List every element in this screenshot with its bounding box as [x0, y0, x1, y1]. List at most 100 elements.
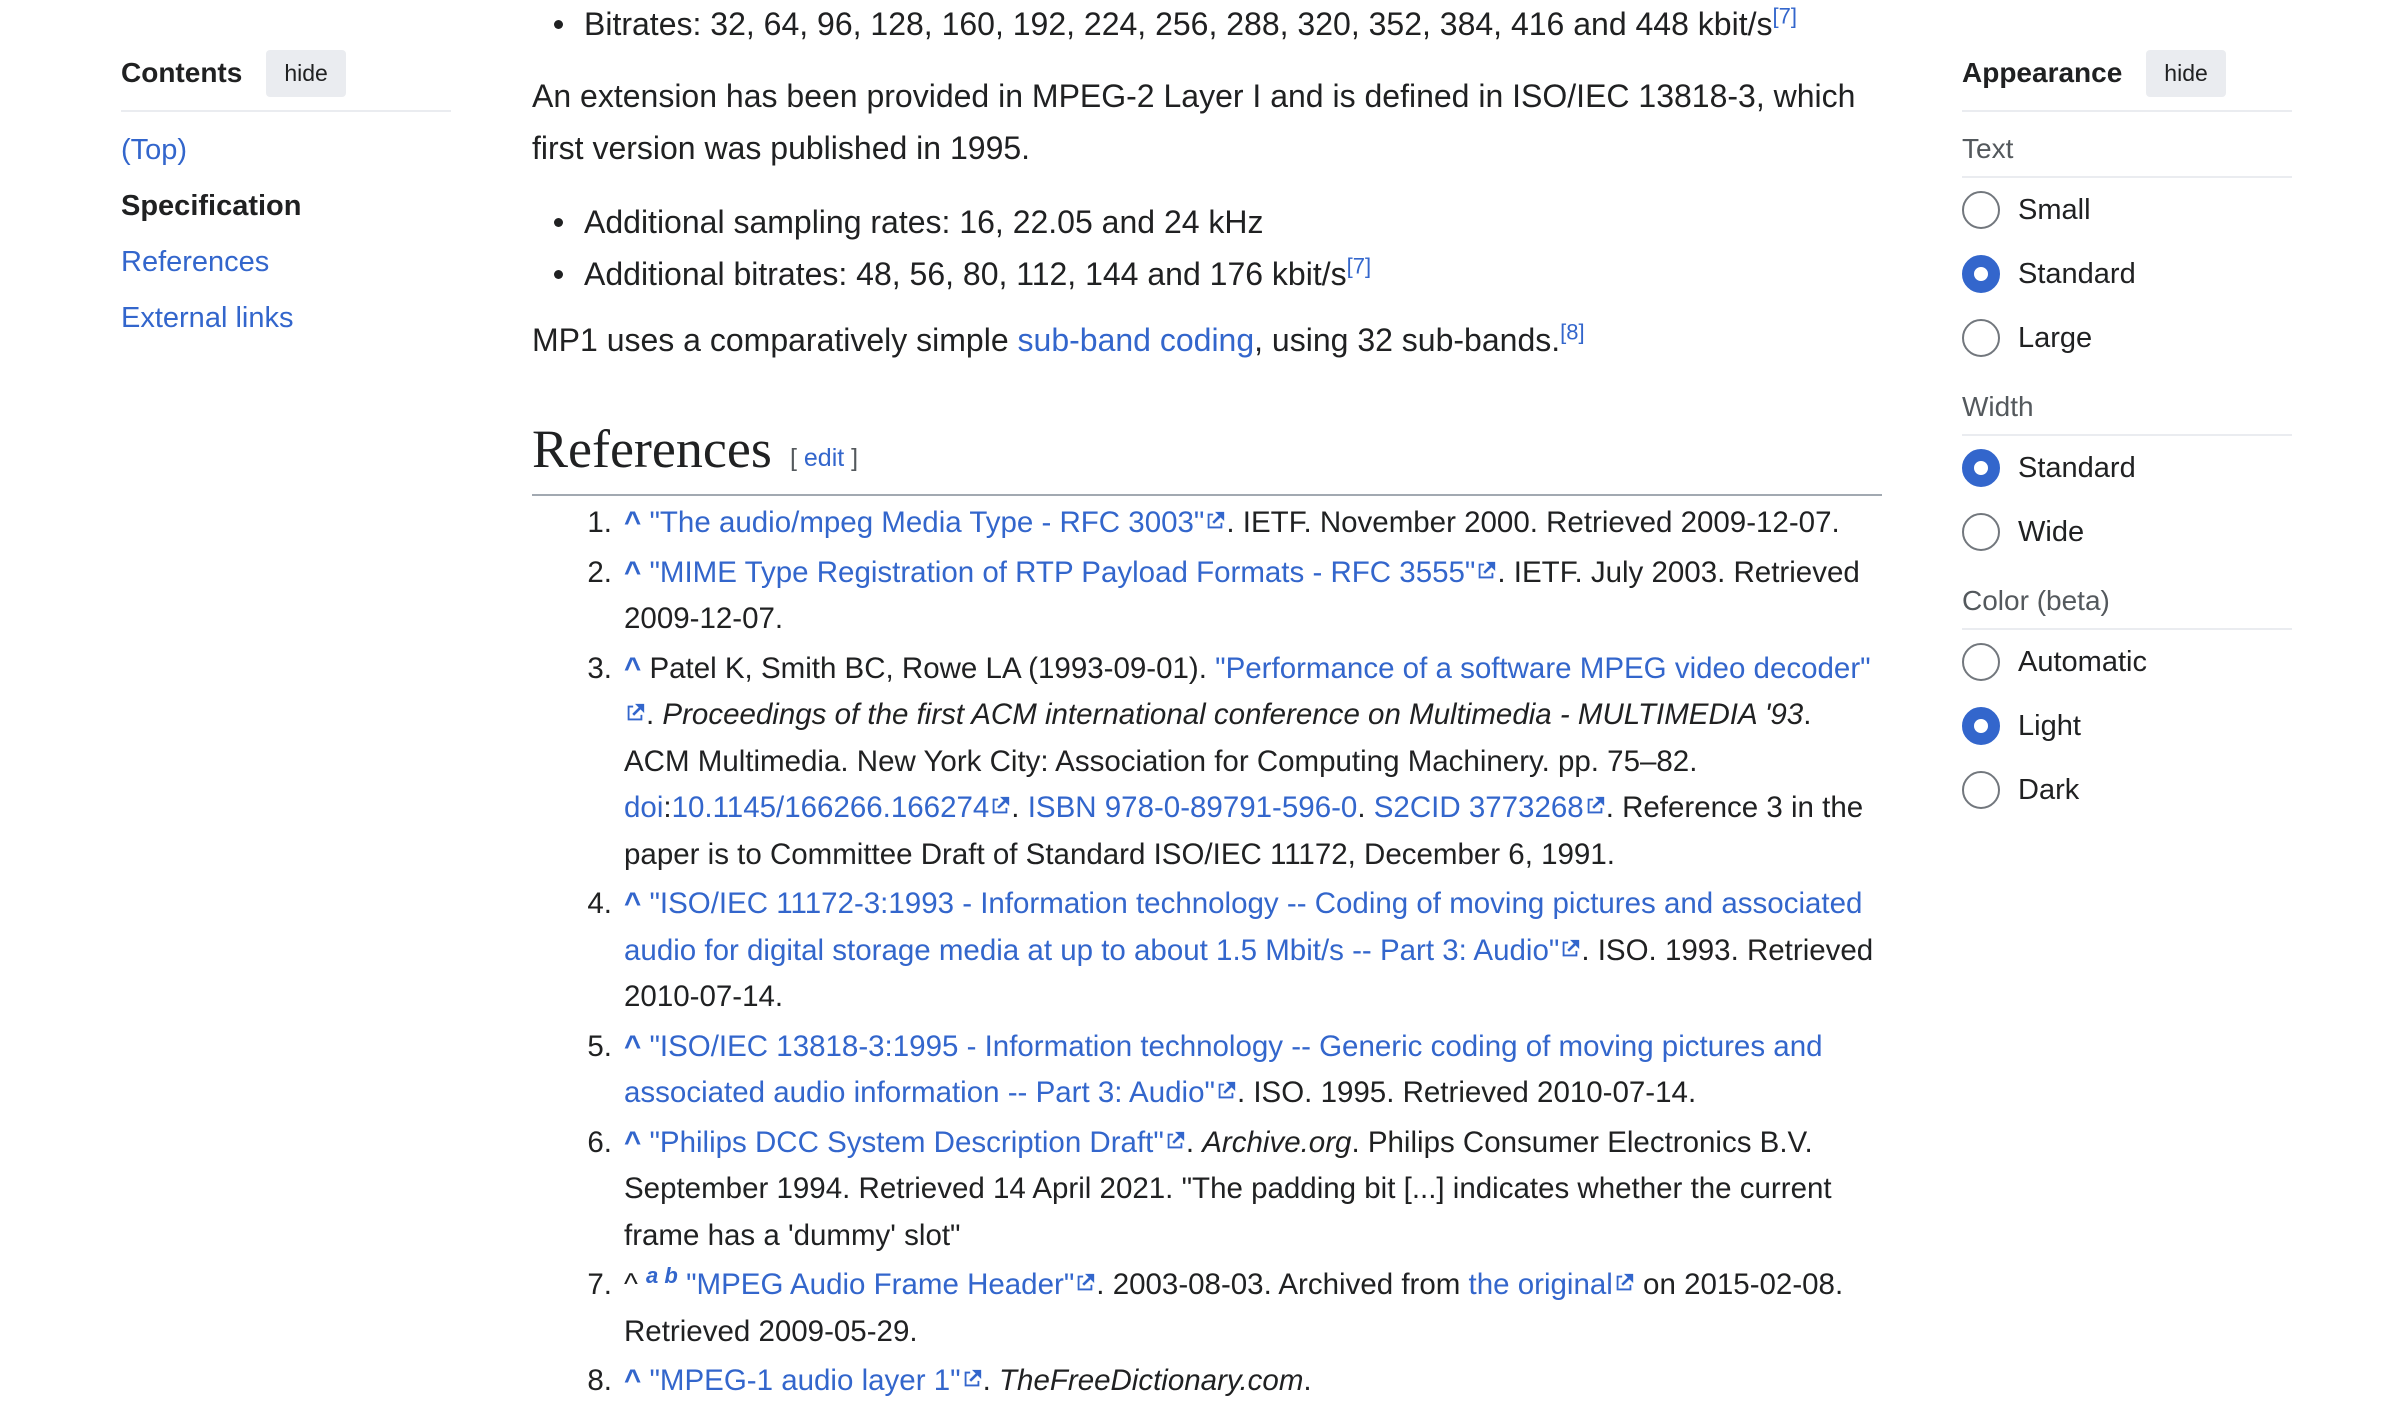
reference-number: 2. — [587, 555, 612, 589]
toc-item-references[interactable]: References — [121, 234, 451, 290]
reference-number: 4. — [587, 887, 612, 920]
references-heading: References [ edit ] — [532, 418, 1882, 496]
backref-caret-icon[interactable]: ^ — [624, 1126, 641, 1159]
appearance-header: Appearance hide — [1962, 48, 2292, 112]
external-link-icon — [1218, 1081, 1236, 1099]
backref-caret-icon: ^ — [624, 1268, 638, 1301]
radio-width-standard[interactable]: Standard — [1962, 436, 2292, 500]
original-link[interactable]: the original — [1469, 1268, 1613, 1301]
list-item-sampling: Additional sampling rates: 16, 22.05 and… — [532, 196, 1882, 248]
backref-caret-icon[interactable]: ^ — [624, 506, 641, 539]
external-link-icon — [1587, 796, 1604, 814]
radio-label: Light — [2018, 709, 2081, 742]
external-link-icon — [1208, 511, 1225, 529]
backref-a-link[interactable]: a — [646, 1263, 658, 1288]
external-link-icon — [964, 1369, 981, 1387]
radio-button[interactable] — [1962, 513, 2000, 551]
reference-title-link[interactable]: "The audio/mpeg Media Type - RFC 3003" — [649, 506, 1204, 539]
external-link-icon — [627, 703, 645, 721]
mp1-post-text: , using 32 sub-bands. — [1254, 322, 1561, 358]
backref-caret-icon[interactable]: ^ — [624, 1364, 641, 1397]
toc-header: Contents hide — [121, 48, 451, 112]
bitrates-text: Bitrates: 32, 64, 96, 128, 160, 192, 224… — [584, 6, 1773, 42]
add-bitrates-text: Additional bitrates: 48, 56, 80, 112, 14… — [584, 256, 1347, 292]
reference-details: . — [1303, 1364, 1312, 1397]
radio-button-selected[interactable] — [1962, 255, 2000, 293]
s2cid-link[interactable]: S2CID 3773268 — [1374, 791, 1584, 824]
radio-button-selected[interactable] — [1962, 449, 2000, 487]
color-group: Color (beta) Automatic Light Dark — [1962, 574, 2292, 822]
citation-7-link[interactable]: [7] — [1772, 3, 1796, 28]
sub-band-coding-link[interactable]: sub-band coding — [1018, 322, 1255, 358]
doi-label-link[interactable]: doi — [624, 791, 663, 824]
reference-item-2: 2. ^ "MIME Type Registration of RTP Payl… — [580, 550, 1880, 643]
mp1-pre-text: MP1 uses a comparatively simple — [532, 322, 1018, 358]
toc-hide-button[interactable]: hide — [266, 49, 346, 97]
color-group-label: Color (beta) — [1962, 574, 2292, 630]
edit-section: [ edit ] — [790, 444, 858, 473]
backref-caret-icon[interactable]: ^ — [624, 1030, 641, 1063]
radio-text-large[interactable]: Large — [1962, 306, 2292, 370]
citation-7-link-2[interactable]: [7] — [1347, 253, 1371, 278]
backref-caret-icon[interactable]: ^ — [624, 652, 641, 685]
external-link-icon — [1167, 1131, 1184, 1148]
reference-title-link[interactable]: "MIME Type Registration of RTP Payload F… — [649, 556, 1475, 589]
citation-8-link[interactable]: [8] — [1560, 319, 1584, 344]
table-of-contents: Contents hide (Top) Specification Refere… — [121, 48, 451, 346]
doi-link[interactable]: 10.1145/166266.166274 — [672, 791, 990, 824]
backref-b-link[interactable]: b — [664, 1263, 677, 1288]
appearance-panel: Appearance hide Text Small Standard Larg… — [1962, 48, 2292, 832]
list-item-bitrates: Bitrates: 32, 64, 96, 128, 160, 192, 224… — [532, 0, 1882, 50]
reference-details: . 2003-08-03. Archived from — [1096, 1268, 1469, 1301]
reference-item-1: 1. ^ "The audio/mpeg Media Type - RFC 30… — [580, 500, 1880, 547]
radio-button-selected[interactable] — [1962, 707, 2000, 745]
radio-button[interactable] — [1962, 643, 2000, 681]
isbn-link[interactable]: ISBN 978-0-89791-596-0 — [1028, 791, 1358, 824]
radio-label: Large — [2018, 321, 2093, 354]
reference-title-link[interactable]: "Performance of a software MPEG video de… — [1215, 652, 1871, 685]
radio-text-small[interactable]: Small — [1962, 178, 2292, 242]
external-link-icon — [1616, 1273, 1634, 1291]
reference-details: . IETF. November 2000. Retrieved 2009-12… — [1226, 506, 1840, 539]
reference-publisher: Archive.org — [1202, 1125, 1352, 1159]
radio-button[interactable] — [1962, 191, 2000, 229]
width-group: Width Standard Wide — [1962, 380, 2292, 564]
reference-item-7: 7. ^ a b "MPEG Audio Frame Header" . 2003… — [580, 1262, 1880, 1355]
radio-label: Standard — [2018, 257, 2136, 290]
toc-item-top[interactable]: (Top) — [121, 122, 451, 178]
reference-authors: Patel K, Smith BC, Rowe LA (1993-09-01). — [649, 651, 1216, 685]
edit-link[interactable]: edit — [804, 444, 844, 472]
article-content: Bitrates: 32, 64, 96, 128, 160, 192, 224… — [532, 0, 1882, 366]
toc-item-external-links[interactable]: External links — [121, 290, 451, 346]
radio-color-automatic[interactable]: Automatic — [1962, 630, 2292, 694]
reference-number: 6. — [587, 1125, 612, 1159]
mp1-paragraph: MP1 uses a comparatively simple sub-band… — [532, 314, 1882, 366]
backref-caret-icon[interactable]: ^ — [624, 887, 641, 920]
backref-caret-icon[interactable]: ^ — [624, 556, 641, 589]
references-title: References — [532, 419, 772, 479]
references-list: 1. ^ "The audio/mpeg Media Type - RFC 30… — [580, 500, 1880, 1408]
reference-number: 7. — [587, 1268, 612, 1301]
radio-color-dark[interactable]: Dark — [1962, 758, 2292, 822]
reference-title-link[interactable]: "Philips DCC System Description Draft" — [649, 1126, 1163, 1159]
list-item-add-bitrates: Additional bitrates: 48, 56, 80, 112, 14… — [532, 248, 1882, 300]
radio-label: Wide — [2018, 515, 2085, 548]
radio-color-light[interactable]: Light — [1962, 694, 2292, 758]
radio-width-wide[interactable]: Wide — [1962, 500, 2292, 564]
radio-button[interactable] — [1962, 319, 2000, 357]
external-link-icon — [992, 796, 1010, 814]
external-link-icon — [1479, 561, 1496, 578]
radio-label: Dark — [2018, 773, 2080, 806]
toc-item-specification[interactable]: Specification — [121, 178, 451, 234]
reference-title-link[interactable]: "MPEG Audio Frame Header" — [686, 1268, 1074, 1301]
radio-text-standard[interactable]: Standard — [1962, 242, 2292, 306]
external-link-icon — [1563, 939, 1580, 956]
edit-bracket-open: [ — [790, 444, 804, 472]
text-size-group: Text Small Standard Large — [1962, 122, 2292, 370]
radio-button[interactable] — [1962, 771, 2000, 809]
reference-item-5: 5. ^ "ISO/IEC 13818-3:1995 - Information… — [580, 1024, 1880, 1117]
reference-title-link[interactable]: "MPEG-1 audio layer 1" — [649, 1364, 960, 1397]
appearance-hide-button[interactable]: hide — [2146, 49, 2226, 97]
reference-number: 5. — [587, 1029, 612, 1063]
radio-label: Automatic — [2018, 645, 2147, 678]
